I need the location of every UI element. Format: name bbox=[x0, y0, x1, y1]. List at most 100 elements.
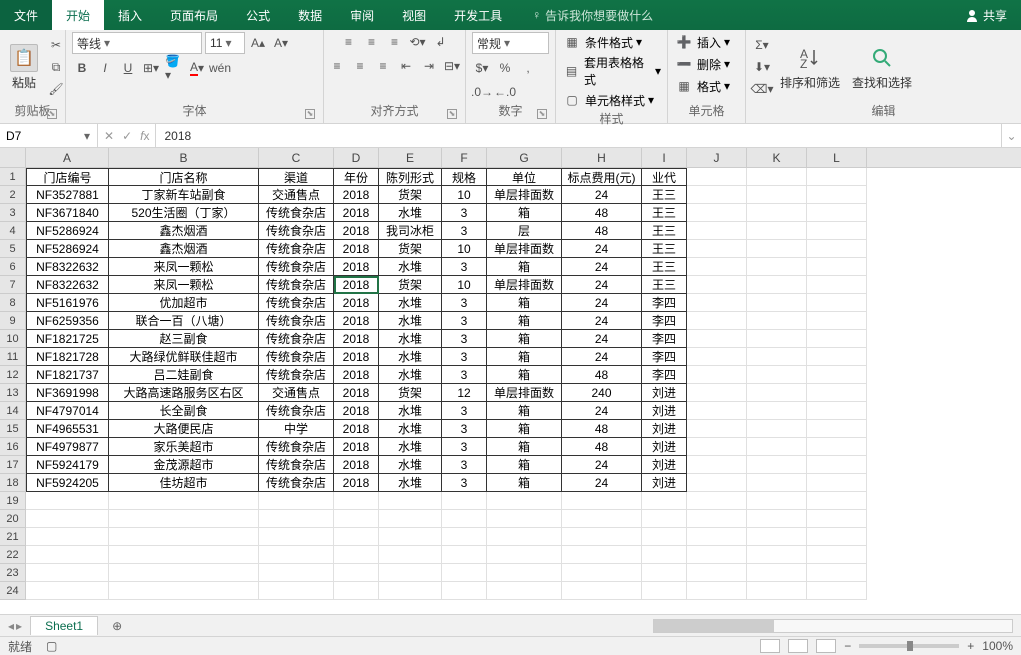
cell[interactable]: 水堆 bbox=[379, 204, 442, 222]
cell[interactable] bbox=[442, 492, 487, 510]
cell[interactable]: 单层排面数 bbox=[487, 384, 562, 402]
cell[interactable]: NF5924179 bbox=[26, 456, 109, 474]
copy-icon[interactable]: ⧉ bbox=[46, 57, 66, 77]
cell[interactable]: 刘进 bbox=[642, 456, 687, 474]
row-header[interactable]: 11 bbox=[0, 348, 26, 366]
cell[interactable]: 传统食杂店 bbox=[259, 204, 334, 222]
delete-cells-button[interactable]: ➖删除▾ bbox=[674, 54, 730, 74]
cell[interactable] bbox=[807, 330, 867, 348]
cell[interactable]: 刘进 bbox=[642, 420, 687, 438]
cell[interactable]: NF6259356 bbox=[26, 312, 109, 330]
cell[interactable]: 箱 bbox=[487, 348, 562, 366]
name-box[interactable]: D7▾ bbox=[0, 124, 98, 147]
cell[interactable]: 层 bbox=[487, 222, 562, 240]
cell[interactable] bbox=[747, 258, 807, 276]
cell[interactable] bbox=[562, 492, 642, 510]
cell[interactable]: 24 bbox=[562, 186, 642, 204]
dialog-launcher-icon[interactable]: ⬊ bbox=[537, 109, 547, 119]
tab-dev[interactable]: 开发工具 bbox=[440, 0, 516, 30]
row-header[interactable]: 4 bbox=[0, 222, 26, 240]
percent-icon[interactable]: % bbox=[495, 58, 515, 78]
cell[interactable] bbox=[687, 276, 747, 294]
cell[interactable]: 箱 bbox=[487, 258, 562, 276]
cell[interactable]: 传统食杂店 bbox=[259, 222, 334, 240]
cell[interactable] bbox=[687, 474, 747, 492]
cell[interactable]: 传统食杂店 bbox=[259, 348, 334, 366]
cell[interactable] bbox=[687, 222, 747, 240]
cell[interactable] bbox=[747, 528, 807, 546]
cell[interactable] bbox=[807, 222, 867, 240]
cell[interactable]: NF5286924 bbox=[26, 222, 109, 240]
cell[interactable]: 鑫杰烟酒 bbox=[109, 240, 259, 258]
cell[interactable]: 李四 bbox=[642, 294, 687, 312]
cell[interactable]: 2018 bbox=[334, 456, 379, 474]
cell[interactable]: 水堆 bbox=[379, 456, 442, 474]
cell[interactable] bbox=[334, 564, 379, 582]
dialog-launcher-icon[interactable]: ⬊ bbox=[447, 109, 457, 119]
comma-icon[interactable]: , bbox=[518, 58, 538, 78]
cell[interactable] bbox=[109, 546, 259, 564]
cell[interactable]: NF4965531 bbox=[26, 420, 109, 438]
cell[interactable] bbox=[334, 546, 379, 564]
cell[interactable]: 李四 bbox=[642, 330, 687, 348]
cell[interactable]: 我司冰柜 bbox=[379, 222, 442, 240]
tab-formulas[interactable]: 公式 bbox=[232, 0, 284, 30]
cell[interactable] bbox=[747, 312, 807, 330]
cell[interactable]: 箱 bbox=[487, 420, 562, 438]
cell[interactable]: 鑫杰烟酒 bbox=[109, 222, 259, 240]
cell[interactable]: 传统食杂店 bbox=[259, 366, 334, 384]
format-cells-button[interactable]: ▦格式▾ bbox=[674, 76, 730, 96]
tab-review[interactable]: 审阅 bbox=[336, 0, 388, 30]
tell-me[interactable]: ♀ 告诉我你想要做什么 bbox=[532, 7, 653, 24]
cell[interactable] bbox=[562, 564, 642, 582]
cell[interactable]: 货架 bbox=[379, 384, 442, 402]
cell[interactable] bbox=[687, 510, 747, 528]
cell[interactable]: 520生活圈（丁家） bbox=[109, 204, 259, 222]
row-header[interactable]: 21 bbox=[0, 528, 26, 546]
row-header[interactable]: 18 bbox=[0, 474, 26, 492]
cell[interactable] bbox=[259, 492, 334, 510]
cell[interactable]: 刘进 bbox=[642, 438, 687, 456]
cell[interactable]: 货架 bbox=[379, 240, 442, 258]
row-header[interactable]: 10 bbox=[0, 330, 26, 348]
cell[interactable]: 优加超市 bbox=[109, 294, 259, 312]
cell[interactable] bbox=[807, 204, 867, 222]
zoom-value[interactable]: 100% bbox=[982, 639, 1013, 653]
cell[interactable]: 大路便民店 bbox=[109, 420, 259, 438]
font-size-select[interactable]: 11▾ bbox=[205, 32, 245, 54]
cell[interactable]: 单层排面数 bbox=[487, 186, 562, 204]
increase-font-icon[interactable]: A▴ bbox=[248, 33, 268, 53]
cell[interactable]: NF3691998 bbox=[26, 384, 109, 402]
cell[interactable]: NF1821737 bbox=[26, 366, 109, 384]
cell[interactable]: 箱 bbox=[487, 204, 562, 222]
row-header[interactable]: 7 bbox=[0, 276, 26, 294]
cell[interactable]: 业代 bbox=[642, 168, 687, 186]
cell[interactable]: 门店编号 bbox=[26, 168, 109, 186]
cell[interactable] bbox=[562, 546, 642, 564]
cell[interactable]: 传统食杂店 bbox=[259, 294, 334, 312]
cell[interactable] bbox=[687, 366, 747, 384]
cell[interactable] bbox=[747, 366, 807, 384]
cell[interactable]: 传统食杂店 bbox=[259, 276, 334, 294]
cell[interactable]: 24 bbox=[562, 240, 642, 258]
row-header[interactable]: 20 bbox=[0, 510, 26, 528]
share-button[interactable]: 共享 bbox=[965, 7, 1007, 24]
decrease-font-icon[interactable]: A▾ bbox=[271, 33, 291, 53]
cell[interactable]: 3 bbox=[442, 474, 487, 492]
cell[interactable]: 48 bbox=[562, 420, 642, 438]
cell[interactable] bbox=[487, 528, 562, 546]
fill-color-icon[interactable]: 🪣▾ bbox=[164, 58, 184, 78]
cell[interactable]: 24 bbox=[562, 276, 642, 294]
tab-data[interactable]: 数据 bbox=[284, 0, 336, 30]
cell[interactable] bbox=[747, 348, 807, 366]
align-right-icon[interactable]: ≡ bbox=[373, 56, 393, 76]
increase-indent-icon[interactable]: ⇥ bbox=[419, 56, 439, 76]
view-page-break-icon[interactable] bbox=[816, 639, 836, 653]
dialog-launcher-icon[interactable]: ⬊ bbox=[305, 109, 315, 119]
cell[interactable]: 箱 bbox=[487, 402, 562, 420]
cell[interactable] bbox=[687, 564, 747, 582]
cell[interactable] bbox=[379, 492, 442, 510]
row-header[interactable]: 24 bbox=[0, 582, 26, 600]
cell[interactable]: 王三 bbox=[642, 204, 687, 222]
cell[interactable]: NF4979877 bbox=[26, 438, 109, 456]
